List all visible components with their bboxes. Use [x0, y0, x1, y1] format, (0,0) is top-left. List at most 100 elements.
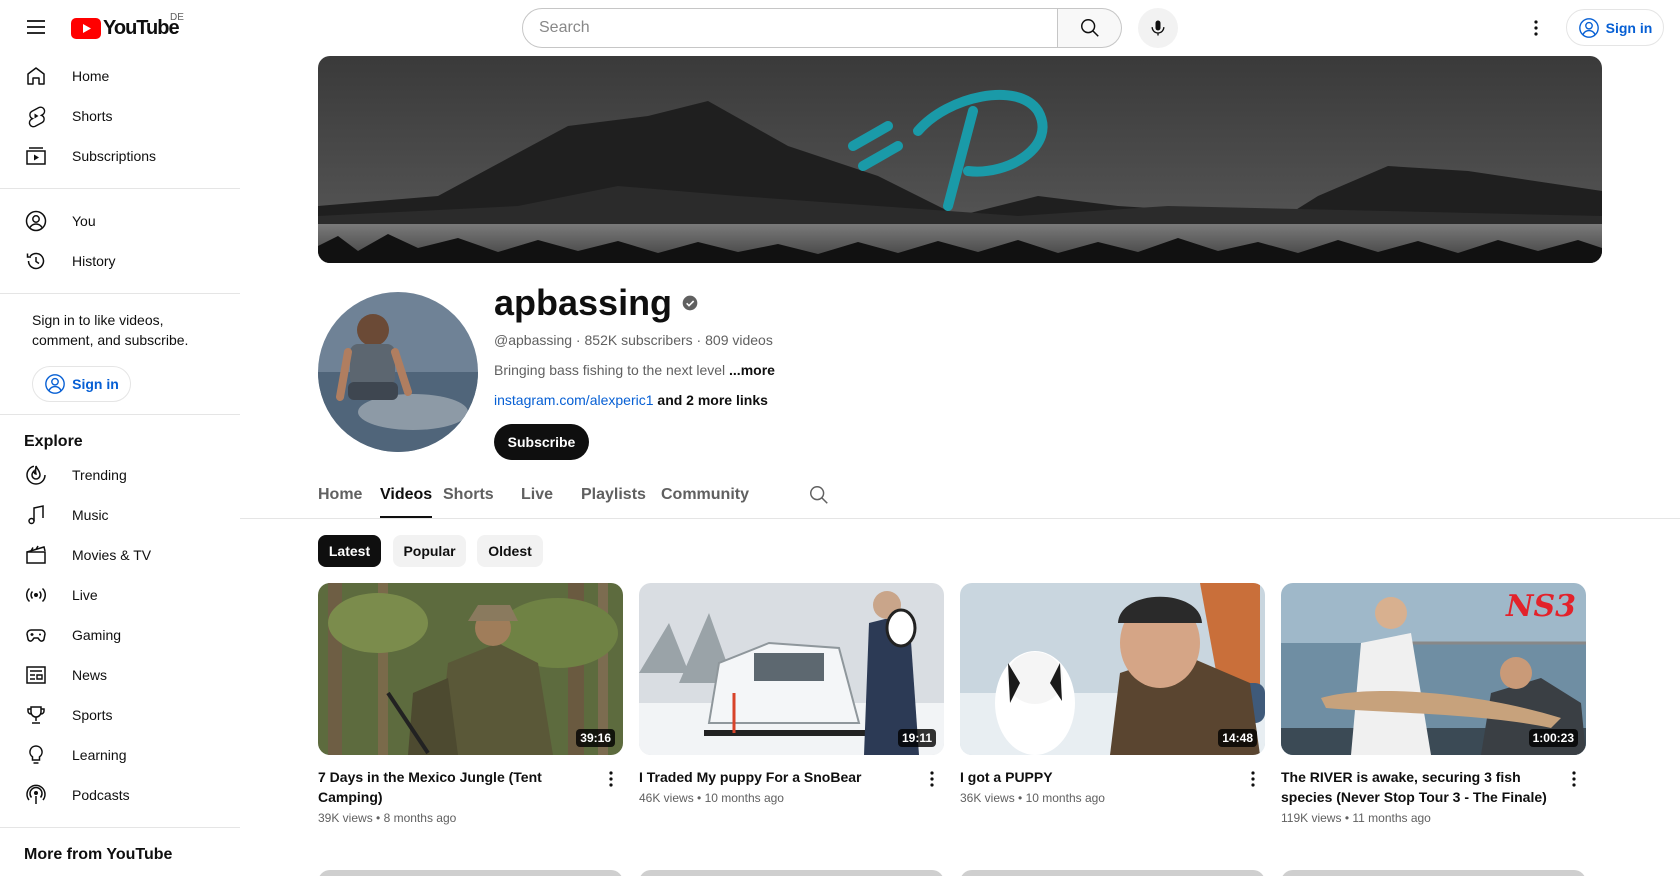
description-more-link[interactable]: ...more	[729, 362, 775, 378]
sidebar-item-music[interactable]: Music	[0, 495, 240, 535]
settings-more-icon[interactable]	[1520, 12, 1552, 44]
sidebar-item-label: History	[72, 253, 116, 269]
video-card[interactable]: 39:16 7 Days in the Mexico Jungle (Tent …	[318, 583, 623, 825]
you-icon	[25, 210, 47, 232]
subscriber-count: 852K subscribers	[584, 332, 693, 348]
video-title[interactable]: The RIVER is awake, securing 3 fish spec…	[1281, 767, 1586, 807]
video-card[interactable]: 19:11 I Traded My puppy For a SnoBear 46…	[639, 583, 944, 805]
chip-latest[interactable]: Latest	[318, 535, 381, 567]
tab-live[interactable]: Live	[521, 486, 553, 516]
sidebar-item-label: Trending	[72, 467, 127, 483]
sidebar-item-label: Learning	[72, 747, 127, 763]
video-thumbnail[interactable]: 39:16	[318, 583, 623, 755]
sidebar-item-home[interactable]: Home	[0, 56, 240, 96]
video-thumbnail[interactable]: 19:11	[639, 583, 944, 755]
sign-in-prompt: Sign in to like videos, comment, and sub…	[32, 312, 189, 348]
video-count: 809 videos	[705, 332, 773, 348]
sidebar-item-learning[interactable]: Learning	[0, 735, 240, 775]
subscribe-button[interactable]: Subscribe	[494, 424, 589, 460]
menu-icon[interactable]	[19, 10, 53, 44]
channel-description[interactable]: Bringing bass fishing to the next level …	[494, 362, 775, 378]
video-card[interactable]: 14:48 I got a PUPPY 36K views • 10 month…	[960, 583, 1265, 805]
video-menu-icon[interactable]	[1562, 767, 1586, 791]
microphone-icon	[1151, 20, 1165, 36]
video-age: 10 months ago	[1025, 791, 1105, 805]
search-button[interactable]	[1058, 8, 1122, 48]
thumbnail-badge: NS3	[1506, 589, 1576, 624]
video-meta: 39K views • 8 months ago	[318, 811, 457, 825]
video-title[interactable]: I got a PUPPY	[960, 767, 1265, 787]
music-icon	[28, 505, 44, 525]
sidebar-item-label: Shorts	[72, 108, 113, 124]
tab-playlists[interactable]: Playlists	[581, 486, 646, 516]
sign-in-button[interactable]: Sign in	[1566, 9, 1664, 46]
account-icon	[45, 374, 66, 394]
sidebar-item-trending[interactable]: Trending	[0, 455, 240, 495]
video-duration: 19:11	[897, 729, 936, 747]
sidebar-item-podcasts[interactable]: Podcasts	[0, 775, 240, 815]
next-row-thumbnail[interactable]	[318, 870, 623, 876]
video-meta: 46K views • 10 months ago	[639, 791, 784, 805]
next-row-thumbnail[interactable]	[960, 870, 1265, 876]
shorts-icon	[28, 106, 46, 128]
video-views: 39K views	[318, 811, 373, 825]
channel-avatar[interactable]	[318, 292, 478, 452]
video-title[interactable]: I Traded My puppy For a SnoBear	[639, 767, 944, 787]
search-input[interactable]: Search	[522, 8, 1058, 48]
sidebar-divider	[0, 414, 240, 415]
sidebar-item-sports[interactable]: Sports	[0, 695, 240, 735]
tab-community[interactable]: Community	[661, 486, 749, 516]
video-thumbnail[interactable]: 1:00:23 NS3	[1281, 583, 1586, 755]
account-icon	[1578, 17, 1599, 38]
search-icon	[1080, 19, 1099, 37]
top-bar: YouTube DE Search Sign in	[0, 0, 1680, 56]
gaming-icon	[26, 629, 46, 642]
sidebar: Home Shorts Subscriptions You History Si…	[0, 56, 240, 876]
sidebar-item-you[interactable]: You	[0, 201, 240, 241]
video-duration: 14:48	[1218, 729, 1257, 747]
voice-search-button[interactable]	[1138, 8, 1178, 48]
sidebar-item-label: Music	[72, 507, 109, 523]
description-text: Bringing bass fishing to the next level	[494, 362, 726, 378]
channel-search-icon[interactable]	[808, 484, 830, 511]
live-icon	[25, 587, 47, 603]
video-menu-icon[interactable]	[599, 767, 623, 791]
video-duration: 1:00:23	[1528, 729, 1578, 747]
avatar-image	[318, 292, 478, 452]
sidebar-item-news[interactable]: News	[0, 655, 240, 695]
sidebar-item-label: Home	[72, 68, 110, 84]
sidebar-item-history[interactable]: History	[0, 241, 240, 281]
next-row-thumbnail[interactable]	[1281, 870, 1586, 876]
channel-name: apbassing	[494, 282, 698, 324]
sidebar-item-gaming[interactable]: Gaming	[0, 615, 240, 655]
channel-banner	[318, 56, 1602, 263]
sidebar-divider	[0, 293, 240, 294]
next-row-thumbnail[interactable]	[639, 870, 944, 876]
video-title[interactable]: 7 Days in the Mexico Jungle (Tent Campin…	[318, 767, 623, 807]
video-menu-icon[interactable]	[1241, 767, 1265, 791]
sidebar-item-movies[interactable]: Movies & TV	[0, 535, 240, 575]
more-links-button[interactable]: and 2 more links	[657, 392, 767, 408]
tab-home[interactable]: Home	[318, 486, 362, 516]
sidebar-sign-in-button[interactable]: Sign in	[32, 366, 131, 402]
chip-oldest[interactable]: Oldest	[477, 535, 543, 567]
sidebar-item-live[interactable]: Live	[0, 575, 240, 615]
video-card[interactable]: 1:00:23 NS3 The RIVER is awake, securing…	[1281, 583, 1586, 825]
sidebar-item-subscriptions[interactable]: Subscriptions	[0, 136, 240, 176]
sidebar-item-shorts[interactable]: Shorts	[0, 96, 240, 136]
video-thumbnail[interactable]: 14:48	[960, 583, 1265, 755]
chip-popular[interactable]: Popular	[393, 535, 466, 567]
video-duration: 39:16	[576, 729, 615, 747]
youtube-play-icon	[71, 18, 101, 39]
tab-shorts[interactable]: Shorts	[443, 486, 494, 516]
trending-icon	[26, 465, 46, 485]
instagram-link[interactable]: instagram.com/alexperic1	[494, 392, 654, 408]
subscriptions-icon	[26, 147, 46, 165]
video-menu-icon[interactable]	[920, 767, 944, 791]
sidebar-item-label: Podcasts	[72, 787, 130, 803]
explore-heading: Explore	[24, 433, 83, 450]
youtube-logo[interactable]: YouTube	[71, 17, 180, 40]
sidebar-item-label: Gaming	[72, 627, 122, 643]
sidebar-divider	[0, 827, 240, 828]
tab-videos[interactable]: Videos	[380, 486, 433, 518]
